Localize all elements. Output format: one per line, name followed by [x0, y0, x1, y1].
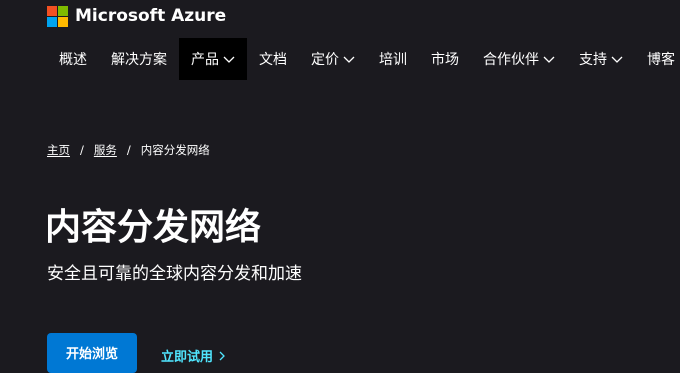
nav-item-label: 合作伙伴: [483, 52, 539, 68]
nav-item-docs[interactable]: 文档: [247, 38, 299, 80]
nav-item-training[interactable]: 培训: [367, 38, 419, 80]
nav-item-label: 博客: [647, 52, 675, 68]
breadcrumb-separator: /: [126, 143, 131, 157]
main-nav: 概述 解决方案 产品 文档 定价 培训 市场 合作伙伴 支持 博客: [47, 38, 680, 80]
breadcrumb-home-link[interactable]: 主页: [47, 142, 70, 158]
nav-item-solutions[interactable]: 解决方案: [99, 38, 179, 80]
nav-item-overview[interactable]: 概述: [47, 38, 99, 80]
nav-item-label: 支持: [579, 52, 607, 68]
nav-item-label: 文档: [259, 52, 287, 68]
nav-item-marketplace[interactable]: 市场: [419, 38, 471, 80]
nav-item-support[interactable]: 支持: [567, 38, 635, 80]
chevron-down-icon: [611, 53, 623, 65]
microsoft-logo-icon: [47, 5, 68, 27]
nav-item-label: 概述: [59, 52, 87, 68]
nav-item-label: 产品: [191, 52, 219, 68]
chevron-down-icon: [223, 53, 235, 65]
nav-item-pricing[interactable]: 定价: [299, 38, 367, 80]
brand-name: Microsoft Azure: [75, 6, 227, 26]
nav-item-label: 市场: [431, 52, 459, 68]
breadcrumb-services-link[interactable]: 服务: [94, 142, 117, 158]
nav-item-products[interactable]: 产品: [179, 38, 247, 80]
microsoft-azure-logo[interactable]: Microsoft Azure: [47, 5, 226, 27]
nav-item-label: 定价: [311, 52, 339, 68]
start-browsing-button[interactable]: 开始浏览: [47, 333, 137, 373]
chevron-down-icon: [343, 53, 355, 65]
page-subtitle: 安全且可靠的全球内容分发和加速: [47, 264, 302, 284]
nav-item-label: 培训: [379, 52, 407, 68]
chevron-down-icon: [543, 53, 555, 65]
breadcrumb: 主页 / 服务 / 内容分发网络: [47, 142, 210, 158]
chevron-right-icon: [218, 350, 226, 362]
nav-item-blog[interactable]: 博客: [635, 38, 680, 80]
breadcrumb-separator: /: [80, 143, 84, 157]
nav-item-label: 解决方案: [111, 52, 167, 68]
try-now-label: 立即试用: [161, 350, 214, 365]
nav-item-partners[interactable]: 合作伙伴: [471, 38, 567, 80]
page-title: 内容分发网络: [45, 207, 262, 248]
try-now-link[interactable]: 立即试用: [161, 346, 226, 365]
breadcrumb-current: 内容分发网络: [140, 143, 210, 157]
